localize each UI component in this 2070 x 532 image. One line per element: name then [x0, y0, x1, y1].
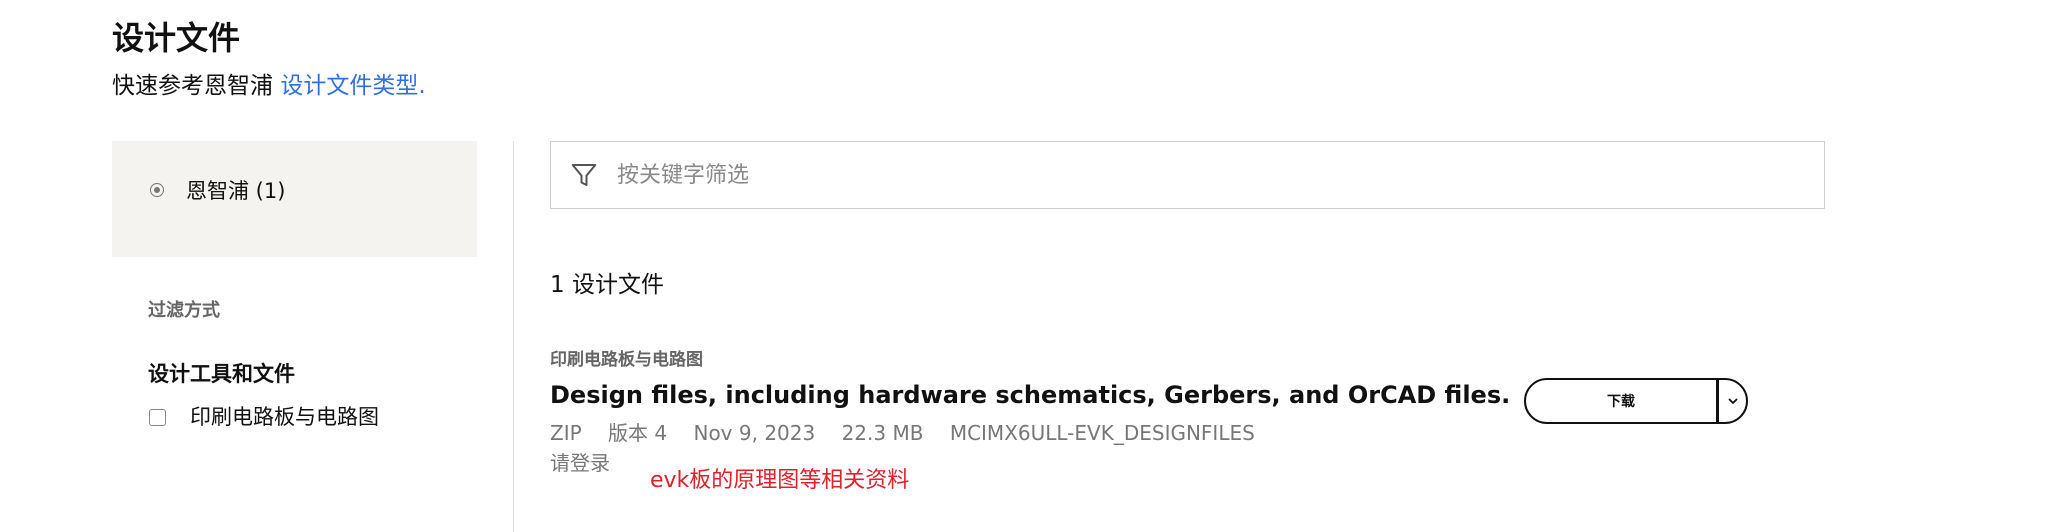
annotation-note: evk板的原理图等相关资料	[650, 468, 910, 493]
sidebar-divider	[513, 141, 514, 532]
subtitle-text: 快速参考恩智浦	[112, 73, 281, 99]
vendor-radio[interactable]	[150, 183, 164, 197]
result-meta: ZIP 版本 4 Nov 9, 2023 22.3 MB MCIMX6ULL-E…	[550, 419, 1275, 447]
pcb-filter-label[interactable]: 印刷电路板与电路图	[190, 402, 379, 432]
funnel-icon	[571, 164, 597, 186]
result-category: 印刷电路板与电路图	[550, 350, 703, 370]
result-title[interactable]: Design files, including hardware schemat…	[550, 378, 1510, 412]
chevron-down-icon	[1728, 398, 1737, 404]
file-size: 22.3 MB	[841, 421, 924, 445]
pcb-filter-checkbox[interactable]	[149, 409, 166, 426]
download-button-group: 下载	[1524, 378, 1748, 424]
tools-heading: 设计工具和文件	[148, 362, 295, 386]
login-link[interactable]: 请登录	[550, 448, 610, 478]
download-button[interactable]: 下载	[1526, 380, 1716, 422]
file-id: MCIMX6ULL-EVK_DESIGNFILES	[949, 421, 1255, 445]
page-title: 设计文件	[112, 19, 241, 57]
vendor-radio-label[interactable]: 恩智浦 (1)	[186, 176, 285, 206]
download-options-toggle[interactable]	[1719, 380, 1746, 422]
file-date: Nov 9, 2023	[693, 421, 816, 445]
keyword-search-input[interactable]	[617, 154, 1797, 196]
file-format: ZIP	[550, 421, 582, 445]
result-count: 1 设计文件	[550, 272, 664, 298]
design-file-types-link[interactable]: 设计文件类型.	[280, 73, 425, 99]
vendor-filter-panel	[112, 141, 477, 257]
file-version: 版本 4	[608, 421, 668, 445]
page-subtitle: 快速参考恩智浦 设计文件类型.	[112, 68, 426, 104]
filter-heading: 过滤方式	[148, 300, 220, 321]
